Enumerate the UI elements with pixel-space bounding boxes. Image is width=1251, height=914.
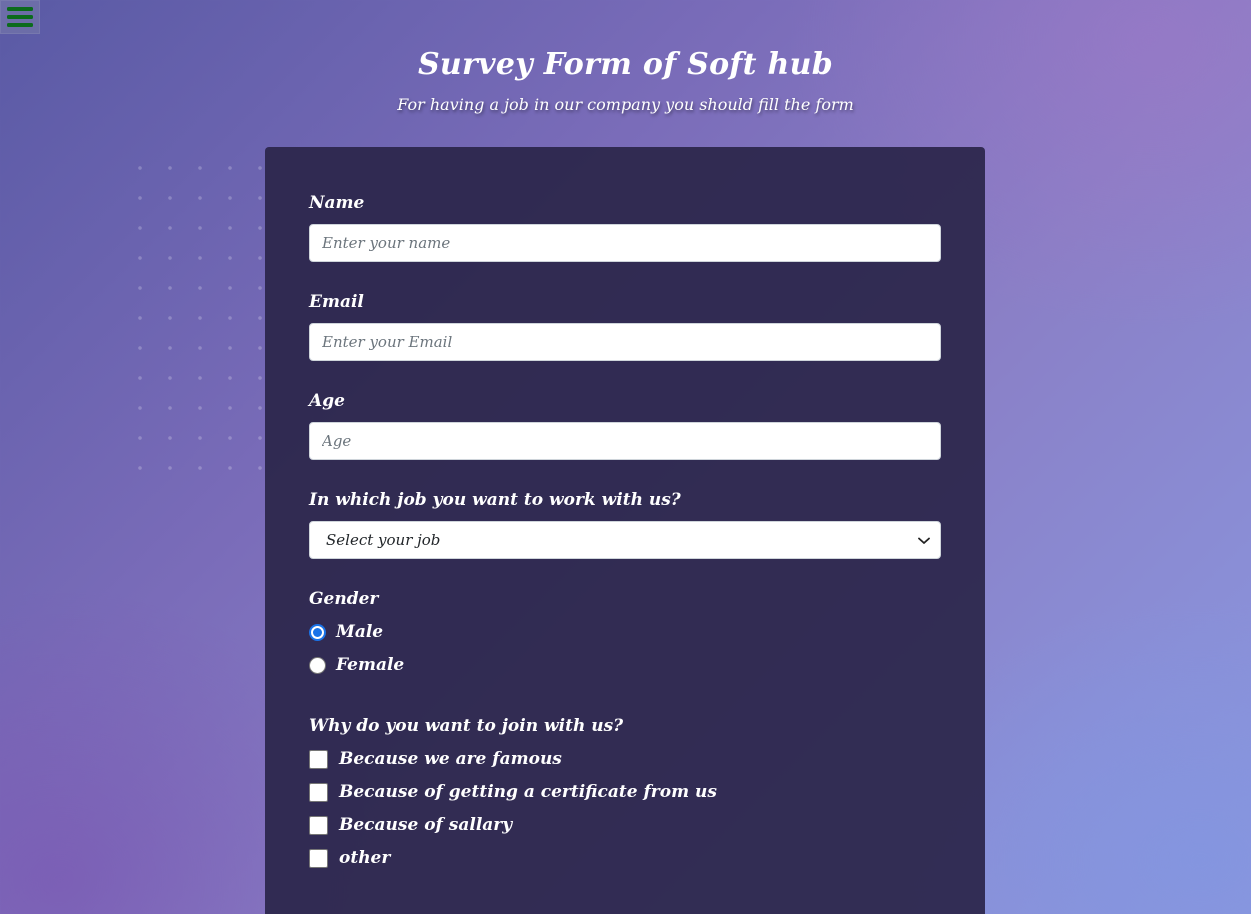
- reason-salary-checkbox[interactable]: [309, 815, 328, 835]
- female-radio[interactable]: [309, 656, 326, 674]
- reason-option-salary[interactable]: Because of sallary: [309, 814, 512, 836]
- reason-certificate-label: Because of getting a certificate from us: [339, 782, 717, 802]
- email-label: Email: [309, 292, 364, 312]
- reasons-label: Why do you want to join with us?: [309, 716, 624, 736]
- decorative-dot-grid: [125, 153, 265, 493]
- survey-form: Name Email Age In which job you want to …: [265, 147, 985, 914]
- job-select[interactable]: Select your job: [309, 521, 941, 559]
- reason-other-label: other: [339, 848, 391, 868]
- job-label: In which job you want to work with us?: [309, 490, 681, 510]
- name-label: Name: [309, 193, 365, 213]
- gender-option-male[interactable]: Male: [309, 621, 383, 643]
- reason-famous-label: Because we are famous: [339, 749, 562, 769]
- job-select-value: Select your job: [326, 531, 441, 549]
- gender-label: Gender: [309, 589, 379, 609]
- page-header: Survey Form of Soft hub For having a job…: [0, 42, 1251, 120]
- reason-option-other[interactable]: other: [309, 847, 390, 869]
- male-radio-label: Male: [336, 622, 384, 642]
- reason-famous-checkbox[interactable]: [309, 749, 328, 769]
- reason-option-certificate[interactable]: Because of getting a certificate from us: [309, 781, 717, 803]
- male-radio[interactable]: [309, 623, 326, 641]
- gender-option-female[interactable]: Female: [309, 654, 404, 676]
- reason-other-checkbox[interactable]: [309, 848, 328, 868]
- reason-salary-label: Because of sallary: [339, 815, 513, 835]
- email-input[interactable]: [309, 323, 941, 361]
- reason-certificate-checkbox[interactable]: [309, 782, 328, 802]
- page-subtitle: For having a job in our company you shou…: [397, 95, 854, 114]
- reason-option-famous[interactable]: Because we are famous: [309, 748, 562, 770]
- age-label: Age: [309, 391, 345, 411]
- menu-button[interactable]: [0, 0, 40, 34]
- female-radio-label: Female: [336, 655, 405, 675]
- name-input[interactable]: [309, 224, 941, 262]
- age-input[interactable]: [309, 422, 941, 460]
- hamburger-menu-icon: [7, 6, 33, 28]
- chevron-down-icon: [918, 531, 930, 549]
- page-title: Survey Form of Soft hub: [417, 47, 834, 82]
